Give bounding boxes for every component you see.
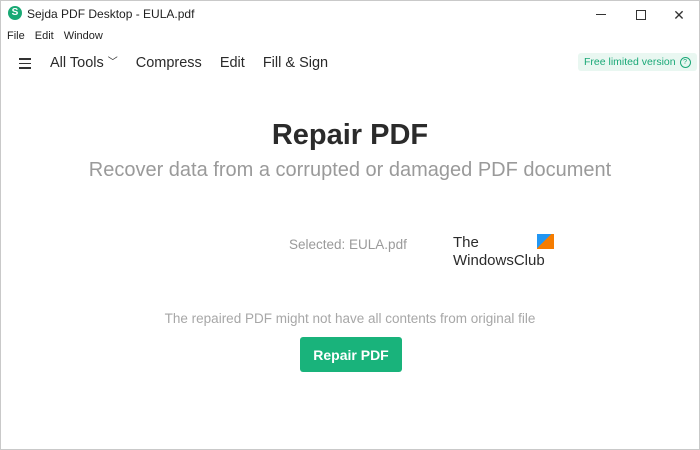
sejda-logo-icon: S	[8, 6, 22, 20]
nav-all-tools[interactable]: All Tools ﹀	[50, 55, 118, 71]
thewindowsclub-watermark: The WindowsClub	[453, 234, 557, 270]
nav-fill-sign[interactable]: Fill & Sign	[263, 55, 328, 71]
watermark-line-1: The	[453, 234, 479, 251]
title-bar[interactable]: S Sejda PDF Desktop - EULA.pdf ✕	[1, 1, 699, 28]
chevron-down-icon: ﹀	[107, 57, 118, 68]
hamburger-menu-icon[interactable]	[19, 58, 31, 72]
menu-edit[interactable]: Edit	[30, 28, 59, 44]
page-title: Repair PDF	[271, 119, 429, 151]
page-subtitle: Recover data from a corrupted or damaged…	[88, 159, 612, 181]
selected-file-label: Selected: EULA.pdf	[289, 237, 407, 252]
minimize-button[interactable]	[579, 1, 623, 28]
menu-file[interactable]: File	[1, 28, 30, 44]
nav-all-tools-label: All Tools	[50, 55, 104, 71]
minimize-icon	[596, 14, 606, 15]
menu-window[interactable]: Window	[59, 28, 108, 44]
repair-pdf-button[interactable]: Repair PDF	[300, 337, 402, 372]
menu-bar: File Edit Window	[1, 28, 699, 44]
maximize-icon	[636, 9, 646, 20]
nav-compress[interactable]: Compress	[136, 55, 202, 71]
free-version-badge[interactable]: Free limited version?	[578, 53, 697, 71]
nav-edit[interactable]: Edit	[220, 55, 245, 71]
top-nav: All Tools ﹀ Compress Edit Fill & Sign	[50, 55, 346, 71]
windows-logo-icon	[537, 234, 554, 249]
app-window: S Sejda PDF Desktop - EULA.pdf ✕ File Ed…	[0, 0, 700, 450]
repair-note: The repaired PDF might not have all cont…	[164, 311, 536, 326]
close-button[interactable]: ✕	[657, 1, 699, 28]
badge-label: Free limited version	[584, 56, 676, 68]
window-title: Sejda PDF Desktop - EULA.pdf	[27, 7, 195, 21]
watermark-line-2: WindowsClub	[453, 252, 545, 269]
help-icon: ?	[679, 57, 691, 68]
close-icon: ✕	[673, 6, 685, 23]
